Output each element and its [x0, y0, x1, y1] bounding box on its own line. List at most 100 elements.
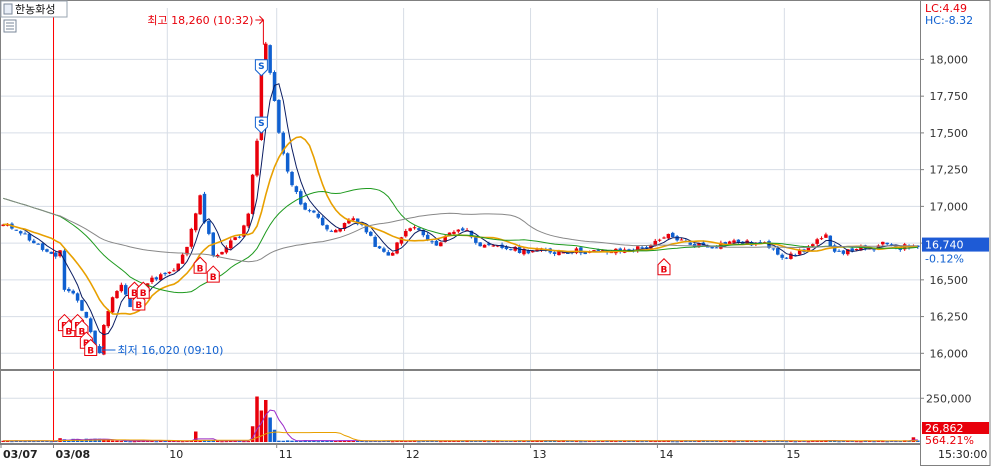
candle-body: [824, 234, 828, 238]
candle-body: [478, 242, 482, 247]
candle-body: [679, 239, 684, 241]
current-price-label: 16,740: [925, 239, 964, 252]
candle-body: [119, 284, 124, 292]
candle-body: [40, 243, 45, 250]
candle-body: [220, 251, 224, 255]
x-tick-label: 14: [659, 448, 673, 461]
candle-body: [290, 171, 294, 186]
candle-body: [154, 277, 159, 280]
candle-body: [714, 247, 719, 249]
buy-signal-label: B: [661, 266, 668, 276]
candle-body: [386, 252, 391, 256]
volume-bar: [837, 441, 841, 443]
price-tick-label: 17,000: [930, 200, 969, 213]
candle-body: [776, 248, 780, 255]
volume-bar: [220, 441, 224, 443]
candle-body: [75, 293, 80, 301]
candle-body: [316, 213, 321, 218]
candle-body: [688, 242, 693, 245]
price-tick-label: 18,000: [930, 53, 969, 66]
candle-body: [246, 213, 251, 227]
candle-body: [277, 99, 281, 133]
price-tick-label: 16,250: [930, 311, 969, 324]
candle-body: [36, 243, 40, 245]
volume-bar: [281, 440, 286, 442]
candle-body: [382, 248, 386, 252]
candle-body: [329, 230, 334, 232]
volume-bar: [119, 441, 124, 443]
candle-body: [150, 277, 154, 283]
candle-body: [62, 250, 67, 290]
candle-body: [172, 270, 176, 272]
price-tick-label: 16,500: [930, 274, 969, 287]
candle-body: [233, 237, 237, 240]
candle-body: [482, 244, 487, 248]
x-tick-label: 10: [169, 448, 183, 461]
candle-body: [285, 153, 290, 172]
candle-body: [732, 240, 736, 243]
candle-body: [202, 193, 207, 223]
chart-title: 한농화성: [15, 3, 55, 16]
candle-body: [71, 290, 75, 294]
buy-signal-label: B: [197, 264, 204, 274]
candle-body: [552, 252, 557, 254]
candle-body: [268, 45, 272, 73]
candle-body: [819, 238, 824, 240]
volume-bar: [579, 441, 583, 443]
volume-bar: [272, 429, 277, 442]
price-tick-label: 16,000: [930, 347, 969, 360]
candle-body: [110, 297, 115, 313]
candle-body: [727, 241, 732, 244]
candle-body: [334, 230, 338, 233]
volume-bar: [259, 410, 264, 442]
buy-signal-label: B: [87, 347, 94, 357]
candle-body: [771, 248, 776, 250]
candle-body: [303, 203, 307, 210]
candle-body: [53, 252, 58, 257]
candle-body: [670, 232, 675, 238]
price-tick-label: 17,500: [930, 127, 969, 140]
menu-icon: [3, 3, 13, 15]
candle-body: [325, 225, 329, 230]
volume-bar: [277, 440, 281, 442]
candle-body: [491, 245, 496, 247]
x-tick-label: 03/07: [3, 448, 38, 461]
candle-body: [207, 220, 211, 234]
volume-bar: [675, 441, 679, 443]
candle-body: [434, 240, 439, 246]
candle-body: [456, 229, 461, 232]
x-tick-label: 15: [786, 448, 800, 461]
volume-tick-label: 250,000: [926, 392, 972, 405]
candle-body: [530, 251, 535, 253]
candle-body: [780, 254, 784, 258]
candle-body: [557, 251, 561, 256]
candle-body: [675, 236, 679, 241]
candle-body: [255, 140, 259, 176]
volume-bar: [202, 440, 207, 442]
x-tick-label: 12: [406, 448, 420, 461]
candle-body: [439, 242, 443, 247]
candle-body: [307, 210, 312, 212]
candle-body: [390, 252, 395, 256]
buy-signal-label: B: [140, 289, 147, 299]
sell-signal-label: S: [258, 62, 264, 72]
candle-body: [854, 249, 859, 251]
candle-body: [474, 237, 478, 243]
candle-body: [710, 246, 714, 249]
candle-body: [841, 250, 846, 254]
volume-bar: [390, 441, 395, 443]
stock-chart: BBBBBBBBBBBBSS최고 18,260 (10:32)최저 16,020…: [0, 0, 991, 466]
candle-body: [312, 210, 316, 213]
x-tick-label: 15:30:00: [938, 448, 987, 461]
chart-canvas: BBBBBBBBBBBBSS최고 18,260 (10:32)최저 16,020…: [0, 0, 991, 466]
candle-body: [657, 239, 662, 241]
candle-body: [237, 236, 242, 238]
candle-body: [228, 240, 233, 249]
candle-body: [640, 247, 644, 249]
buy-signal-label: B: [210, 273, 217, 283]
candle-body: [84, 311, 89, 318]
candle-body: [811, 244, 815, 247]
candle-body: [404, 230, 408, 237]
candle-body: [351, 218, 356, 221]
candle-body: [45, 249, 49, 252]
